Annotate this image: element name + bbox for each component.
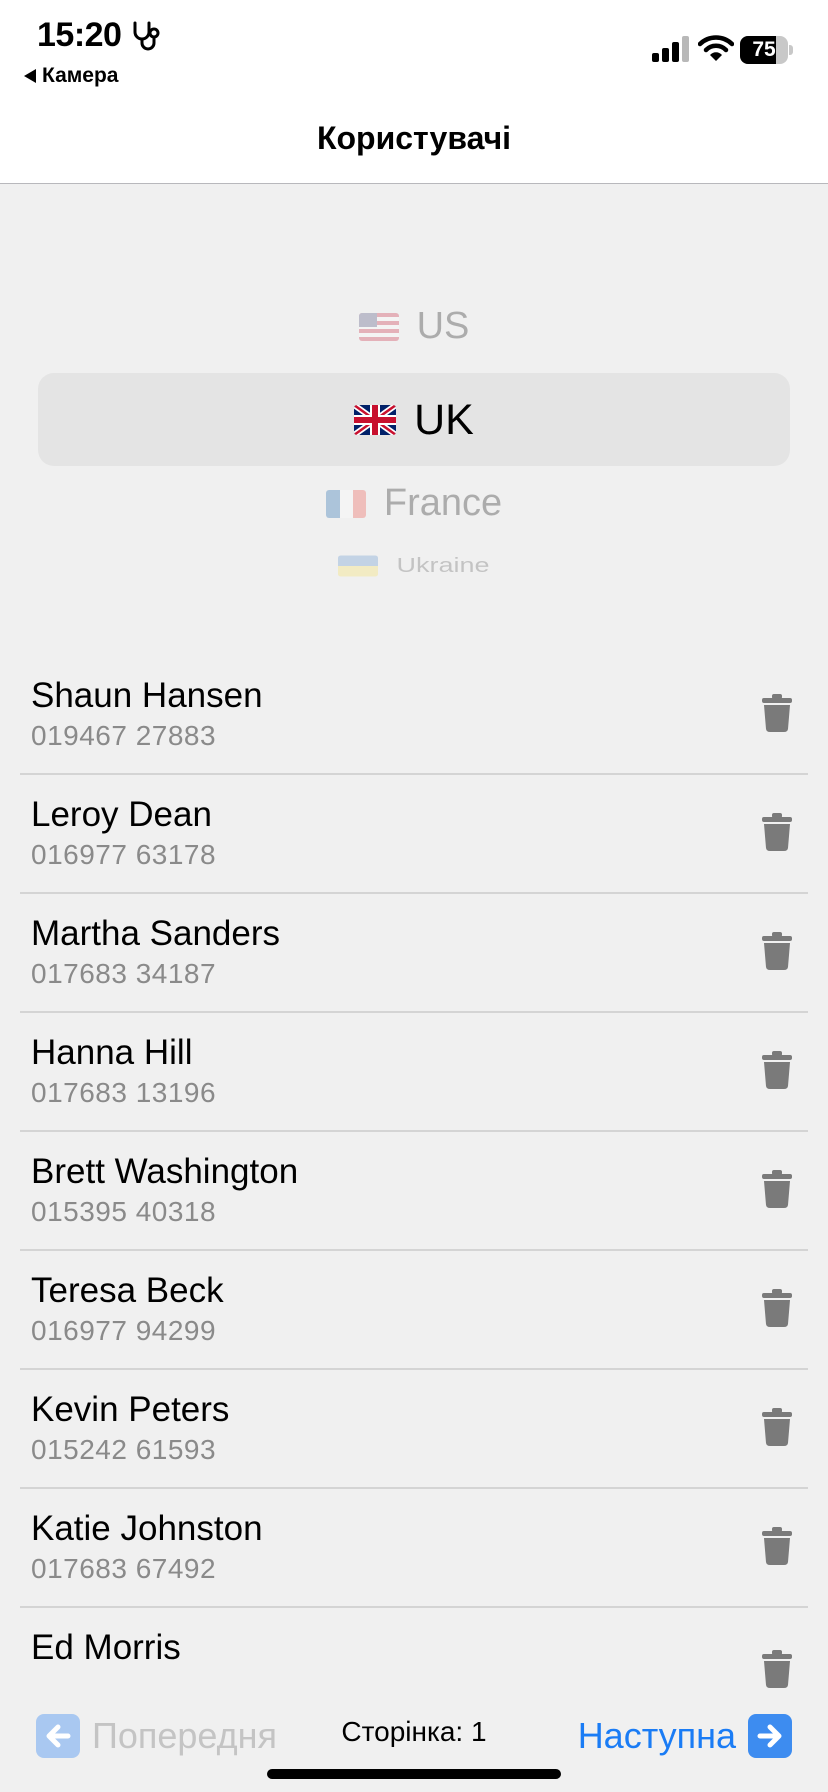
user-name: Kevin Peters [31,1390,230,1429]
wifi-icon [698,35,734,61]
back-to-camera-link[interactable]: Камера [24,64,118,88]
user-phone: 017683 67492 [31,1553,217,1584]
page-title: Користувачі [316,120,512,156]
status-time: 15:20 [37,16,122,54]
trash-icon[interactable] [762,1051,792,1089]
user-name: Leroy Dean [31,795,212,834]
flag-uk-icon [354,405,397,435]
flag-ua-icon [338,555,379,577]
user-name: Shaun Hansen [31,676,263,715]
list-item[interactable]: Katie Johnston 017683 67492 [20,1489,808,1608]
list-item[interactable]: Hanna Hill 017683 13196 [20,1013,808,1132]
cellular-signal-icon [652,36,689,62]
trash-icon[interactable] [762,1289,792,1327]
picker-option-label: France [383,482,503,524]
list-item[interactable]: Shaun Hansen 019467 27883 [20,656,808,775]
user-name: Martha Sanders [31,914,281,953]
trash-icon[interactable] [762,1527,792,1565]
country-picker[interactable]: US UK France Ukraine [0,200,828,620]
user-phone: 016977 94299 [31,1315,217,1346]
picker-option-label: US [416,305,470,347]
trash-icon[interactable] [762,694,792,732]
trash-icon[interactable] [762,1650,792,1688]
back-triangle-icon [24,69,36,83]
trash-icon[interactable] [762,932,792,970]
pagination-bar: Попередня Сторінка: 1 Наступна [0,1690,828,1770]
user-name: Teresa Beck [31,1271,224,1310]
user-name: Katie Johnston [31,1509,263,1548]
back-app-label: Камера [42,64,119,87]
picker-option-uk[interactable]: UK [0,392,828,448]
user-phone: 015395 40318 [31,1196,217,1227]
picker-option-label: Ukraine [396,554,490,577]
trash-icon[interactable] [762,1170,792,1208]
flag-us-icon [358,312,399,341]
picker-option-label: UK [414,395,474,444]
home-indicator[interactable] [267,1769,561,1779]
user-phone: 017683 13196 [31,1077,217,1108]
list-item[interactable]: Leroy Dean 016977 63178 [20,775,808,894]
stethoscope-icon [133,21,160,51]
user-phone: 015242 61593 [31,1434,217,1465]
list-item[interactable]: Kevin Peters 015242 61593 [20,1370,808,1489]
user-phone: 017683 34187 [31,958,217,989]
battery-icon: 75 [740,36,793,64]
next-page-label: Наступна [577,1715,736,1756]
picker-option-france[interactable]: France [0,482,828,525]
picker-option-us[interactable]: US [0,305,828,348]
user-name: Brett Washington [31,1152,299,1191]
status-bar: 15:20 Камера 75 [0,0,828,100]
user-phone: 016977 63178 [31,839,217,870]
navigation-bar: Користувачі [0,100,828,184]
next-page-button[interactable]: Наступна [578,1714,792,1758]
user-phone: 019467 27883 [31,720,217,751]
user-name: Hanna Hill [31,1033,193,1072]
list-item[interactable]: Ed Morris [20,1608,808,1688]
list-item[interactable]: Brett Washington 015395 40318 [20,1132,808,1251]
list-item[interactable]: Teresa Beck 016977 94299 [20,1251,808,1370]
picker-option-ukraine[interactable]: Ukraine [0,554,828,577]
list-item[interactable]: Martha Sanders 017683 34187 [20,894,808,1013]
trash-icon[interactable] [762,1408,792,1446]
flag-fr-icon [325,489,366,518]
right-arrow-icon [748,1714,792,1758]
battery-percent: 75 [752,38,776,61]
trash-icon[interactable] [762,813,792,851]
user-name: Ed Morris [31,1628,181,1667]
